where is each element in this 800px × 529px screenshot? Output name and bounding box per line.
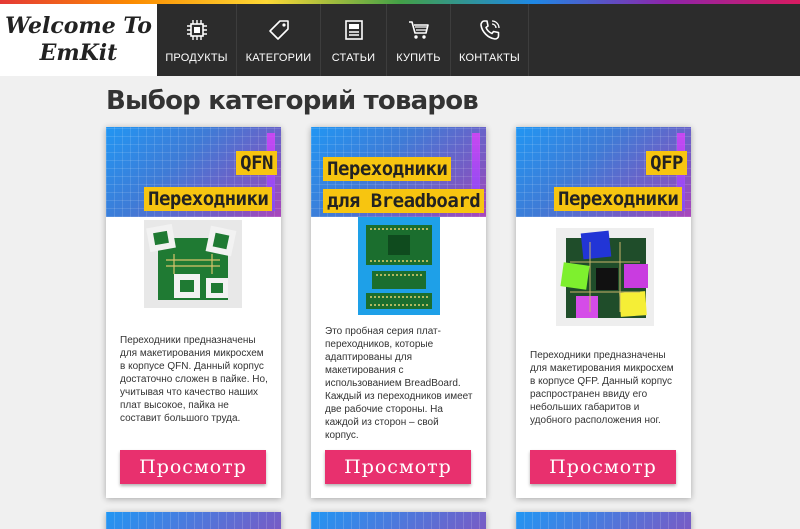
category-card-next-row[interactable] (106, 512, 281, 529)
phone-icon (479, 20, 500, 40)
logo-line-1: Welcome To (5, 13, 152, 39)
nav-item-contacts[interactable]: КОНТАКТЫ (451, 4, 529, 76)
card-banner: Переходники для Breadboard (311, 127, 486, 217)
site-header: Welcome To EmKit ПРОДУКТЫ КАТЕГОРИИ СТАТ… (0, 4, 800, 76)
main-nav: ПРОДУКТЫ КАТЕГОРИИ СТАТЬИ КУПИТЬ КОНТАКТ… (157, 4, 529, 76)
banner-label-bottom: Переходники (554, 187, 683, 211)
card-description: Переходники предназначены для макетирова… (530, 350, 674, 426)
view-button[interactable]: Просмотр (530, 450, 676, 484)
card-description: Переходники предназначены для макетирова… (120, 335, 268, 424)
category-card-qfn[interactable]: QFN Переходники Переходники предназначен… (106, 127, 281, 498)
tag-icon (268, 20, 289, 40)
nav-item-categories[interactable]: КАТЕГОРИИ (237, 4, 321, 76)
card-description: Это пробная серия плат-переходников, кот… (325, 326, 473, 441)
nav-label-articles: СТАТЬИ (331, 52, 376, 64)
card-banner: QFN Переходники (106, 127, 281, 217)
breadboard-adapters-photo (358, 217, 440, 315)
nav-item-buy[interactable]: КУПИТЬ (387, 4, 451, 76)
banner-label-top: QFN (236, 151, 277, 175)
nav-item-products[interactable]: ПРОДУКТЫ (157, 4, 237, 76)
category-card-qfp[interactable]: QFP Переходники Переходники предназначен… (516, 127, 691, 498)
category-card-breadboard[interactable]: Переходники для Breadboard Это пробная с… (311, 127, 486, 498)
article-icon (344, 20, 363, 40)
nav-label-products: ПРОДУКТЫ (165, 52, 228, 64)
site-logo[interactable]: Welcome To EmKit (0, 4, 157, 76)
view-button[interactable]: Просмотр (325, 450, 471, 484)
banner-label-top: QFP (646, 151, 687, 175)
category-card-next-row[interactable] (516, 512, 691, 529)
nav-item-articles[interactable]: СТАТЬИ (321, 4, 387, 76)
nav-label-categories: КАТЕГОРИИ (245, 52, 312, 64)
qfp-adapters-photo (556, 228, 654, 326)
banner-label-bottom: Переходники (144, 187, 273, 211)
chip-icon (186, 20, 207, 40)
view-button[interactable]: Просмотр (120, 450, 266, 484)
cart-icon (408, 21, 429, 39)
banner-label-top: Переходники (323, 157, 452, 181)
nav-label-contacts: КОНТАКТЫ (459, 52, 520, 64)
logo-line-2: EmKit (39, 40, 118, 66)
card-banner: QFP Переходники (516, 127, 691, 217)
category-card-next-row[interactable] (311, 512, 486, 529)
page-title: Выбор категорий товаров (106, 86, 479, 116)
banner-label-bottom: для Breadboard (323, 189, 485, 213)
nav-label-buy: КУПИТЬ (396, 52, 441, 64)
qfn-adapters-photo (144, 220, 242, 308)
